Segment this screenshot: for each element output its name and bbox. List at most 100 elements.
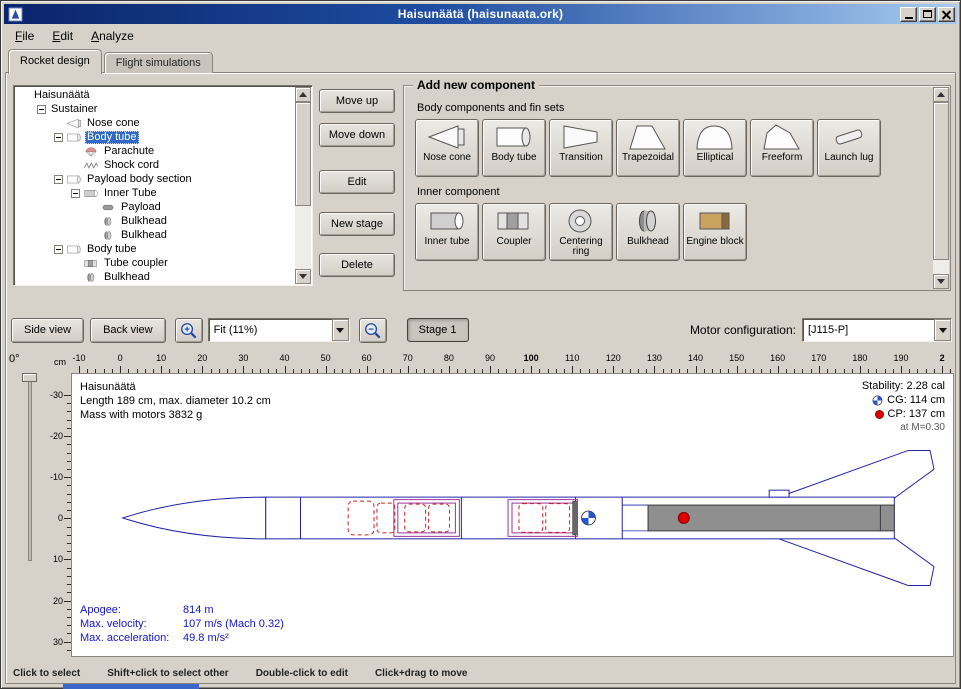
- tree-item-payload[interactable]: Payload: [16, 200, 294, 214]
- combo-arrow-button[interactable]: [332, 319, 349, 341]
- component-button-label: Inner tube: [424, 237, 469, 247]
- move-down-button[interactable]: Move down: [319, 123, 395, 147]
- delete-button[interactable]: Delete: [319, 253, 395, 277]
- tree-item-bulkhead[interactable]: Bulkhead: [16, 270, 294, 283]
- app-icon: [8, 7, 23, 22]
- new-stage-button[interactable]: New stage: [319, 212, 395, 236]
- ruler-tick: [490, 366, 491, 373]
- collapse-icon[interactable]: [71, 189, 80, 198]
- fin-top-shape[interactable]: [776, 450, 934, 498]
- flight-stat-label: Max. velocity:: [80, 618, 183, 630]
- status-hint: Click to select: [13, 668, 80, 679]
- add-centering-ring-button[interactable]: Centering ring: [549, 203, 613, 261]
- titlebar[interactable]: Haisunäätä (haisunaata.ork): [4, 4, 957, 24]
- zoom-select[interactable]: Fit (11%): [208, 318, 350, 342]
- window-title: Haisunäätä (haisunaata.ork): [4, 7, 957, 21]
- ruler-label: 10: [53, 554, 63, 564]
- cp-marker: [678, 513, 689, 524]
- ruler-label: 0: [118, 353, 123, 363]
- tree-item-bulkhead[interactable]: Bulkhead: [16, 214, 294, 228]
- cg-marker-icon: [872, 395, 883, 406]
- tree-item-bulkhead[interactable]: Bulkhead: [16, 228, 294, 242]
- nose-cone-shape[interactable]: [123, 497, 266, 539]
- tree-item-payload-body-section[interactable]: Payload body section: [16, 172, 294, 186]
- component-group-title: Inner component: [417, 186, 927, 198]
- minimize-button[interactable]: [900, 7, 917, 22]
- magnifier-minus-icon: [363, 321, 382, 340]
- combo-arrow-button[interactable]: [934, 319, 951, 341]
- tree-item-label: Inner Tube: [102, 187, 159, 200]
- collapse-icon[interactable]: [54, 245, 63, 254]
- tree-item-sustainer[interactable]: Sustainer: [16, 102, 294, 116]
- back-view-button[interactable]: Back view: [90, 318, 166, 343]
- collapse-icon[interactable]: [54, 133, 63, 142]
- add-freeform-button[interactable]: Freeform: [750, 119, 814, 177]
- horizontal-ruler: -100102030405060708090100110120130140150…: [71, 351, 954, 373]
- add-elliptical-button[interactable]: Elliptical: [683, 119, 747, 177]
- ruler-tick: [64, 477, 71, 478]
- add-coupler-button[interactable]: Coupler: [482, 203, 546, 261]
- add-bulkhead-button[interactable]: Bulkhead: [616, 203, 680, 261]
- collapse-icon[interactable]: [54, 175, 63, 184]
- ruler-tick: [819, 366, 820, 373]
- rotation-slider-track[interactable]: [28, 375, 32, 561]
- fin-bottom-shape[interactable]: [776, 538, 934, 586]
- rocket-canvas[interactable]: Haisunäätä Length 189 cm, max. diameter …: [71, 373, 954, 657]
- tree-item-label: Tube coupler: [102, 257, 170, 270]
- add-nose-cone-button[interactable]: Nose cone: [415, 119, 479, 177]
- menu-file[interactable]: File: [6, 27, 43, 45]
- tree-scrollbar[interactable]: [295, 87, 311, 284]
- ruler-label: 160: [770, 353, 785, 363]
- add-transition-button[interactable]: Transition: [549, 119, 613, 177]
- tree-item-shock-cord[interactable]: Shock cord: [16, 158, 294, 172]
- scroll-up-button[interactable]: [295, 87, 311, 102]
- motor-configuration-select[interactable]: [J115-P]: [802, 318, 952, 342]
- tree-item-label: Parachute: [102, 145, 156, 158]
- launch-lug-shape[interactable]: [769, 490, 789, 497]
- menu-edit[interactable]: Edit: [43, 27, 82, 45]
- scrollbar-thumb[interactable]: [933, 102, 949, 260]
- ruler-tick: [120, 366, 121, 373]
- zoom-out-button[interactable]: [359, 318, 387, 343]
- tree-action-buttons: Move up Move down Edit New stage Delete: [319, 89, 395, 277]
- add-trapezoidal-button[interactable]: Trapezoidal: [616, 119, 680, 177]
- components-scrollbar[interactable]: [933, 87, 949, 289]
- add-launch-lug-button[interactable]: Launch lug: [817, 119, 881, 177]
- tree-item-parachute[interactable]: Parachute: [16, 144, 294, 158]
- tree-item-tube-coupler[interactable]: Tube coupler: [16, 256, 294, 270]
- stage-1-toggle[interactable]: Stage 1: [407, 318, 469, 342]
- scroll-down-button[interactable]: [933, 274, 949, 289]
- scroll-down-button[interactable]: [295, 269, 311, 284]
- zoom-in-button[interactable]: [175, 318, 203, 343]
- tab-flight-simulations[interactable]: Flight simulations: [104, 52, 213, 73]
- close-button[interactable]: [938, 7, 955, 22]
- tree-item-nose-cone[interactable]: Nose cone: [16, 116, 294, 130]
- bulkhead-shape[interactable]: [573, 501, 577, 535]
- scroll-up-button[interactable]: [933, 87, 949, 102]
- mach-note: at M=0.30: [900, 421, 945, 435]
- add-inner-tube-button[interactable]: Inner tube: [415, 203, 479, 261]
- launchlug-icon: [828, 123, 870, 151]
- tree-item-label: Haisunäätä: [32, 89, 92, 102]
- maximize-button[interactable]: [919, 7, 936, 22]
- tab-rocket-design[interactable]: Rocket design: [8, 49, 102, 74]
- tree-item-body-tube[interactable]: Body tube: [16, 130, 294, 144]
- scrollbar-track[interactable]: [295, 102, 311, 269]
- tree-item-inner-tube[interactable]: Inner Tube: [16, 186, 294, 200]
- component-group-title: Body components and fin sets: [417, 102, 927, 114]
- edit-button[interactable]: Edit: [319, 170, 395, 194]
- move-up-button[interactable]: Move up: [319, 89, 395, 113]
- ruler-tick: [64, 436, 71, 437]
- side-view-button[interactable]: Side view: [11, 318, 84, 343]
- rotation-slider-handle[interactable]: [22, 373, 37, 382]
- collapse-icon[interactable]: [37, 105, 46, 114]
- ruler-label: 100: [524, 353, 539, 363]
- scrollbar-thumb[interactable]: [295, 102, 311, 206]
- add-body-tube-button[interactable]: Body tube: [482, 119, 546, 177]
- menu-analyze[interactable]: Analyze: [82, 27, 143, 45]
- tree-item-haisun-t[interactable]: Haisunäätä: [16, 88, 294, 102]
- add-engine-block-button[interactable]: Engine block: [683, 203, 747, 261]
- ruler-tick: [449, 366, 450, 373]
- scrollbar-track[interactable]: [933, 102, 949, 274]
- tree-item-body-tube[interactable]: Body tube: [16, 242, 294, 256]
